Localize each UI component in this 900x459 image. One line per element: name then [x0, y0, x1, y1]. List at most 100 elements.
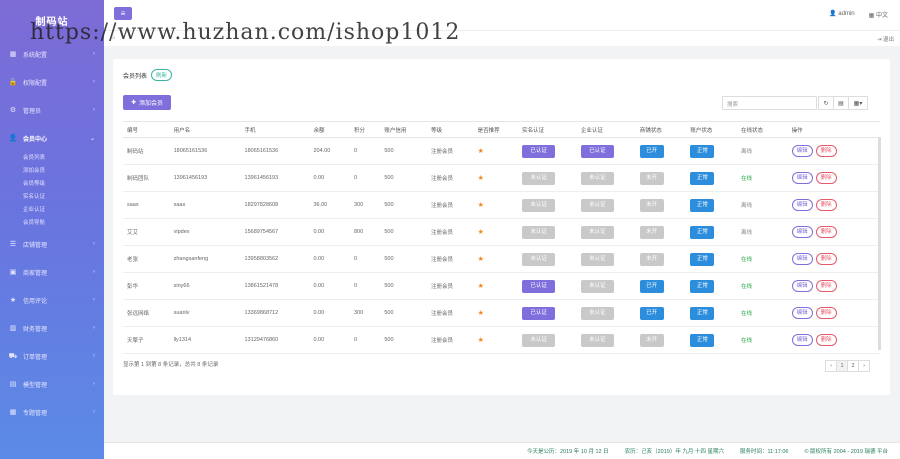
realname-badge[interactable]: 未认证	[522, 171, 556, 185]
delete-button[interactable]: 删除	[815, 280, 837, 292]
sidebar-item-3[interactable]: 👤 会员中心 ⌄	[0, 124, 104, 152]
shop-badge[interactable]: 未开	[639, 225, 664, 239]
scrollbar[interactable]	[878, 137, 881, 350]
realname-badge[interactable]: 未认证	[522, 225, 556, 239]
company-badge[interactable]: 未认证	[580, 198, 614, 212]
column-header[interactable]: 商铺状态	[635, 121, 687, 138]
column-header[interactable]: 企业认证	[576, 121, 636, 138]
column-header[interactable]: 在线状态	[737, 121, 788, 138]
shop-badge[interactable]: 未开	[639, 333, 664, 347]
edit-button[interactable]: 编辑	[791, 280, 813, 292]
sidebar-item-4[interactable]: ☰ 店铺管理 ›	[0, 230, 104, 258]
sidebar-item-7[interactable]: ▥ 财务管理 ›	[0, 314, 104, 342]
star-icon[interactable]: ★	[478, 256, 484, 263]
column-header[interactable]: 用户名	[169, 121, 241, 138]
sidebar-item-6[interactable]: ★ 信用评论 ›	[0, 286, 104, 314]
delete-button[interactable]: 删除	[815, 253, 837, 265]
delete-button[interactable]: 删除	[815, 307, 837, 319]
refresh-button[interactable]: 刷新	[151, 69, 173, 81]
company-badge[interactable]: 未认证	[580, 225, 614, 239]
account-badge[interactable]: 正常	[690, 333, 715, 347]
home-icon[interactable]: ⌂	[112, 35, 115, 41]
submenu-item[interactable]: 企业认证	[23, 204, 104, 217]
edit-button[interactable]: 编辑	[791, 172, 813, 184]
column-header[interactable]: 积分	[349, 121, 381, 138]
column-header[interactable]: 实名认证	[518, 121, 577, 138]
shop-badge[interactable]: 已开	[639, 144, 664, 158]
next-page-button[interactable]: ›	[858, 360, 870, 372]
company-badge[interactable]: 未认证	[580, 171, 614, 185]
delete-button[interactable]: 删除	[815, 226, 837, 238]
menu-toggle-button[interactable]: ≡	[114, 7, 132, 20]
edit-button[interactable]: 编辑	[791, 307, 813, 319]
shop-badge[interactable]: 未开	[639, 198, 664, 212]
sidebar-item-8[interactable]: ⛟ 订单管理 ›	[0, 342, 104, 370]
realname-badge[interactable]: 已认证	[522, 279, 556, 293]
shop-badge[interactable]: 已开	[639, 279, 664, 293]
column-header[interactable]: 账户状态	[686, 121, 737, 138]
toggle-view-icon[interactable]: ▤	[833, 96, 849, 110]
account-badge[interactable]: 正常	[690, 279, 715, 293]
submenu-item[interactable]: 会员等级	[23, 178, 104, 191]
column-header[interactable]: 是否推荐	[473, 121, 519, 138]
columns-icon[interactable]: ▦▾	[848, 96, 868, 110]
column-header[interactable]: 账户信用	[380, 121, 427, 138]
column-header[interactable]: 操作	[787, 121, 880, 138]
account-badge[interactable]: 正常	[690, 171, 715, 185]
sidebar-item-5[interactable]: ▣ 商家管理 ›	[0, 258, 104, 286]
company-badge[interactable]: 未认证	[580, 252, 614, 266]
star-icon[interactable]: ★	[478, 337, 484, 344]
account-badge[interactable]: 正常	[690, 306, 715, 320]
edit-button[interactable]: 编辑	[791, 334, 813, 346]
company-badge[interactable]: 未认证	[580, 306, 614, 320]
realname-badge[interactable]: 未认证	[522, 198, 556, 212]
submenu-item[interactable]: 添加会员	[23, 165, 104, 178]
realname-badge[interactable]: 已认证	[522, 306, 556, 320]
sidebar-item-0[interactable]: ▦ 系统配置 ›	[0, 40, 104, 68]
realname-badge[interactable]: 已认证	[522, 144, 556, 158]
column-header[interactable]: 手机	[240, 121, 310, 138]
company-badge[interactable]: 未认证	[580, 279, 614, 293]
add-member-button[interactable]: ✚ 添加会员	[123, 95, 171, 110]
star-icon[interactable]: ★	[478, 229, 484, 236]
column-header[interactable]: 余额	[309, 121, 350, 138]
sidebar-item-2[interactable]: ⚙ 管理员 ›	[0, 96, 104, 124]
realname-badge[interactable]: 未认证	[522, 333, 556, 347]
star-icon[interactable]: ★	[478, 283, 484, 290]
edit-button[interactable]: 编辑	[791, 199, 813, 211]
shop-badge[interactable]: 已开	[639, 306, 664, 320]
language-menu[interactable]: ▦ 中文	[869, 10, 888, 19]
company-badge[interactable]: 未认证	[580, 333, 614, 347]
column-header[interactable]: 等级	[426, 121, 474, 138]
submenu-item[interactable]: 实名认证	[23, 191, 104, 204]
sidebar-item-1[interactable]: 🔒 权限配置 ›	[0, 68, 104, 96]
edit-button[interactable]: 编辑	[791, 253, 813, 265]
company-badge[interactable]: 已认证	[580, 144, 614, 158]
delete-button[interactable]: 删除	[815, 172, 837, 184]
exit-button[interactable]: ⇥ 退出	[877, 35, 894, 43]
edit-button[interactable]: 编辑	[791, 226, 813, 238]
shop-badge[interactable]: 未开	[639, 171, 664, 185]
star-icon[interactable]: ★	[478, 202, 484, 209]
realname-badge[interactable]: 未认证	[522, 252, 556, 266]
submenu-item[interactable]: 会员列表	[23, 152, 104, 165]
sidebar-item-9[interactable]: ▤ 模型管理 ›	[0, 370, 104, 398]
admin-menu[interactable]: 👤 admin	[829, 10, 855, 19]
shop-badge[interactable]: 未开	[639, 252, 664, 266]
account-badge[interactable]: 正常	[690, 144, 715, 158]
delete-button[interactable]: 删除	[815, 334, 837, 346]
submenu-item[interactable]: 会员导航	[23, 217, 104, 230]
account-badge[interactable]: 正常	[690, 198, 715, 212]
star-icon[interactable]: ★	[478, 175, 484, 182]
account-badge[interactable]: 正常	[690, 225, 715, 239]
delete-button[interactable]: 删除	[815, 145, 837, 157]
refresh-icon[interactable]: ↻	[818, 96, 834, 110]
sidebar-item-10[interactable]: ▦ 专题管理 ›	[0, 398, 104, 426]
edit-button[interactable]: 编辑	[791, 145, 813, 157]
star-icon[interactable]: ★	[478, 148, 484, 155]
search-input[interactable]: 搜索	[722, 96, 817, 110]
column-header[interactable]: 编号	[123, 121, 170, 138]
delete-button[interactable]: 删除	[815, 199, 837, 211]
account-badge[interactable]: 正常	[690, 252, 715, 266]
star-icon[interactable]: ★	[478, 310, 484, 317]
